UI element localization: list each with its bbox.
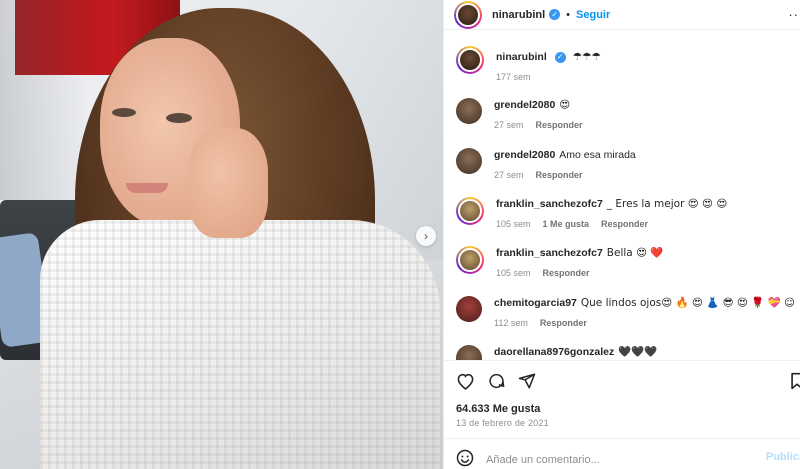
comment-username[interactable]: grendel2080 (494, 149, 555, 161)
comment-time: 112 sem (494, 318, 528, 328)
avatar[interactable] (456, 46, 484, 74)
comment-username[interactable]: franklin_sanchezofc7 (496, 247, 603, 259)
comment-row: franklin_sanchezofc7 Bella 😍 ❤️ 105 sem Re… (456, 246, 800, 278)
comment-row: daorellana8976gonzalez 🖤🖤🖤 (456, 345, 800, 360)
comment-time: 27 sem (494, 170, 524, 180)
comment-username[interactable]: franklin_sanchezofc7 (496, 198, 603, 210)
comments-list[interactable]: ninarubinl ✓ ☂☂☂ 177 sem grendel2080 😍 27 … (444, 42, 800, 360)
post-side-panel: ninarubinl ✓ • Seguir ·· ninarubinl ✓ ☂☂☂… (443, 0, 800, 469)
comment-text: 😍 (559, 99, 571, 111)
avatar[interactable] (456, 98, 482, 124)
verified-badge-icon: ✓ (554, 51, 566, 63)
caption-row: ninarubinl ✓ ☂☂☂ 177 sem (456, 46, 800, 82)
caption-time: 177 sem (496, 72, 531, 82)
avatar[interactable] (456, 296, 482, 322)
comment-row: franklin_sanchezofc7 _ Eres la mejor 😍 😍 … (456, 197, 800, 229)
publish-button[interactable]: Publica (766, 451, 800, 463)
post-date: 13 de febrero de 2021 (456, 418, 549, 428)
photo-hand (188, 128, 268, 238)
comment-time: 27 sem (494, 120, 524, 130)
share-icon[interactable] (518, 372, 536, 390)
avatar[interactable] (456, 148, 482, 174)
heart-icon[interactable] (456, 372, 475, 390)
avatar[interactable] (454, 0, 482, 29)
comment-row: chemitogarcia97 Que lindos ojos😍 🔥 😍 👗 😎 … (456, 296, 800, 328)
post-header: ninarubinl ✓ • Seguir ·· (444, 0, 800, 30)
photo-eye-right (166, 113, 192, 123)
reply-button[interactable]: Responder (540, 318, 587, 328)
reply-button[interactable]: Responder (601, 219, 648, 229)
comment-text: Bella 😍 ❤️ (606, 247, 664, 259)
post-photo[interactable]: › (0, 0, 443, 469)
more-icon[interactable]: ·· (788, 7, 799, 22)
comment-input[interactable] (486, 453, 756, 466)
reply-button[interactable]: Responder (536, 170, 583, 180)
avatar[interactable] (456, 246, 484, 274)
avatar[interactable] (456, 345, 482, 360)
caption-username[interactable]: ninarubinl (496, 51, 547, 63)
follow-button[interactable]: Seguir (576, 9, 610, 21)
comment-text: _ Eres la mejor 😍 😍 😍 (606, 198, 728, 210)
comment-icon[interactable] (487, 372, 506, 390)
verified-badge-icon: ✓ (549, 9, 561, 20)
chevron-right-icon[interactable]: › (416, 226, 436, 246)
comment-likes[interactable]: 1 Me gusta (543, 219, 590, 229)
comment-text: Amo esa mirada (559, 149, 636, 161)
divider (444, 360, 800, 361)
comment-text: Que lindos ojos😍 🔥 😍 👗 😎 😍 🌹 💝 ☺ (580, 297, 795, 309)
reply-button[interactable]: Responder (543, 268, 590, 278)
divider (444, 438, 800, 439)
header-username[interactable]: ninarubinl (492, 9, 545, 21)
comment-username[interactable]: grendel2080 (494, 99, 555, 111)
likes-count[interactable]: 64.633 Me gusta (456, 403, 540, 415)
comment-composer: Publica (456, 449, 800, 469)
comment-time: 105 sem (496, 268, 531, 278)
post-actions (456, 372, 536, 390)
comment-row: grendel2080😍 27 semResponder ● (456, 98, 800, 130)
photo-sweater (40, 220, 440, 469)
caption-text: ☂☂☂ (572, 51, 601, 63)
reply-button[interactable]: Responder (536, 120, 583, 130)
comment-username[interactable]: daorellana8976gonzalez (494, 346, 614, 358)
emoji-icon[interactable] (456, 449, 474, 469)
comment-text: 🖤🖤🖤 (618, 346, 658, 358)
comment-time: 105 sem (496, 219, 531, 229)
bookmark-icon[interactable] (790, 372, 800, 393)
separator-dot: • (566, 8, 571, 21)
photo-mouth (126, 183, 168, 193)
photo-eye-left (112, 108, 136, 117)
comment-username[interactable]: chemitogarcia97 (494, 297, 577, 309)
comment-row: grendel2080 Amo esa mirada 27 sem Responde… (456, 148, 800, 180)
avatar[interactable] (456, 197, 484, 225)
